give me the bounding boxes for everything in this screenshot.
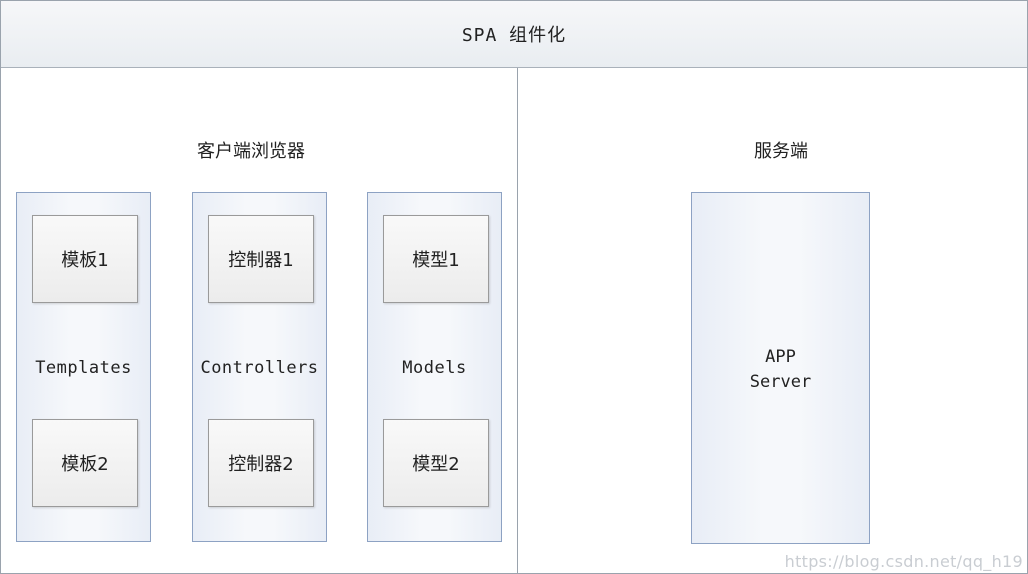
diagram-frame: SPA 组件化 客户端浏览器 服务端 模板1 Templates 模板2 控制器… <box>0 0 1028 574</box>
controllers-label: Controllers <box>200 358 319 378</box>
controller-box-2: 控制器2 <box>208 419 314 507</box>
app-server-line-1: APP <box>765 347 796 367</box>
watermark-text: https://blog.csdn.net/qq_h19 <box>784 552 1023 571</box>
diagram-title: SPA 组件化 <box>1 1 1027 68</box>
templates-column: 模板1 Templates 模板2 <box>16 192 151 542</box>
models-label: Models <box>402 358 467 378</box>
models-column: 模型1 Models 模型2 <box>367 192 502 542</box>
client-server-divider <box>517 68 518 573</box>
template-box-1: 模板1 <box>32 215 138 303</box>
controllers-column: 控制器1 Controllers 控制器2 <box>192 192 327 542</box>
app-server-line-2: Server <box>749 372 812 392</box>
model-box-1: 模型1 <box>383 215 489 303</box>
template-box-2: 模板2 <box>32 419 138 507</box>
templates-label: Templates <box>35 358 132 378</box>
app-server-label: APP Server <box>692 345 869 395</box>
app-server-box: APP Server <box>691 192 870 544</box>
model-box-2: 模型2 <box>383 419 489 507</box>
controller-box-1: 控制器1 <box>208 215 314 303</box>
server-section-label: 服务端 <box>754 141 808 162</box>
client-section-label: 客户端浏览器 <box>197 141 305 162</box>
